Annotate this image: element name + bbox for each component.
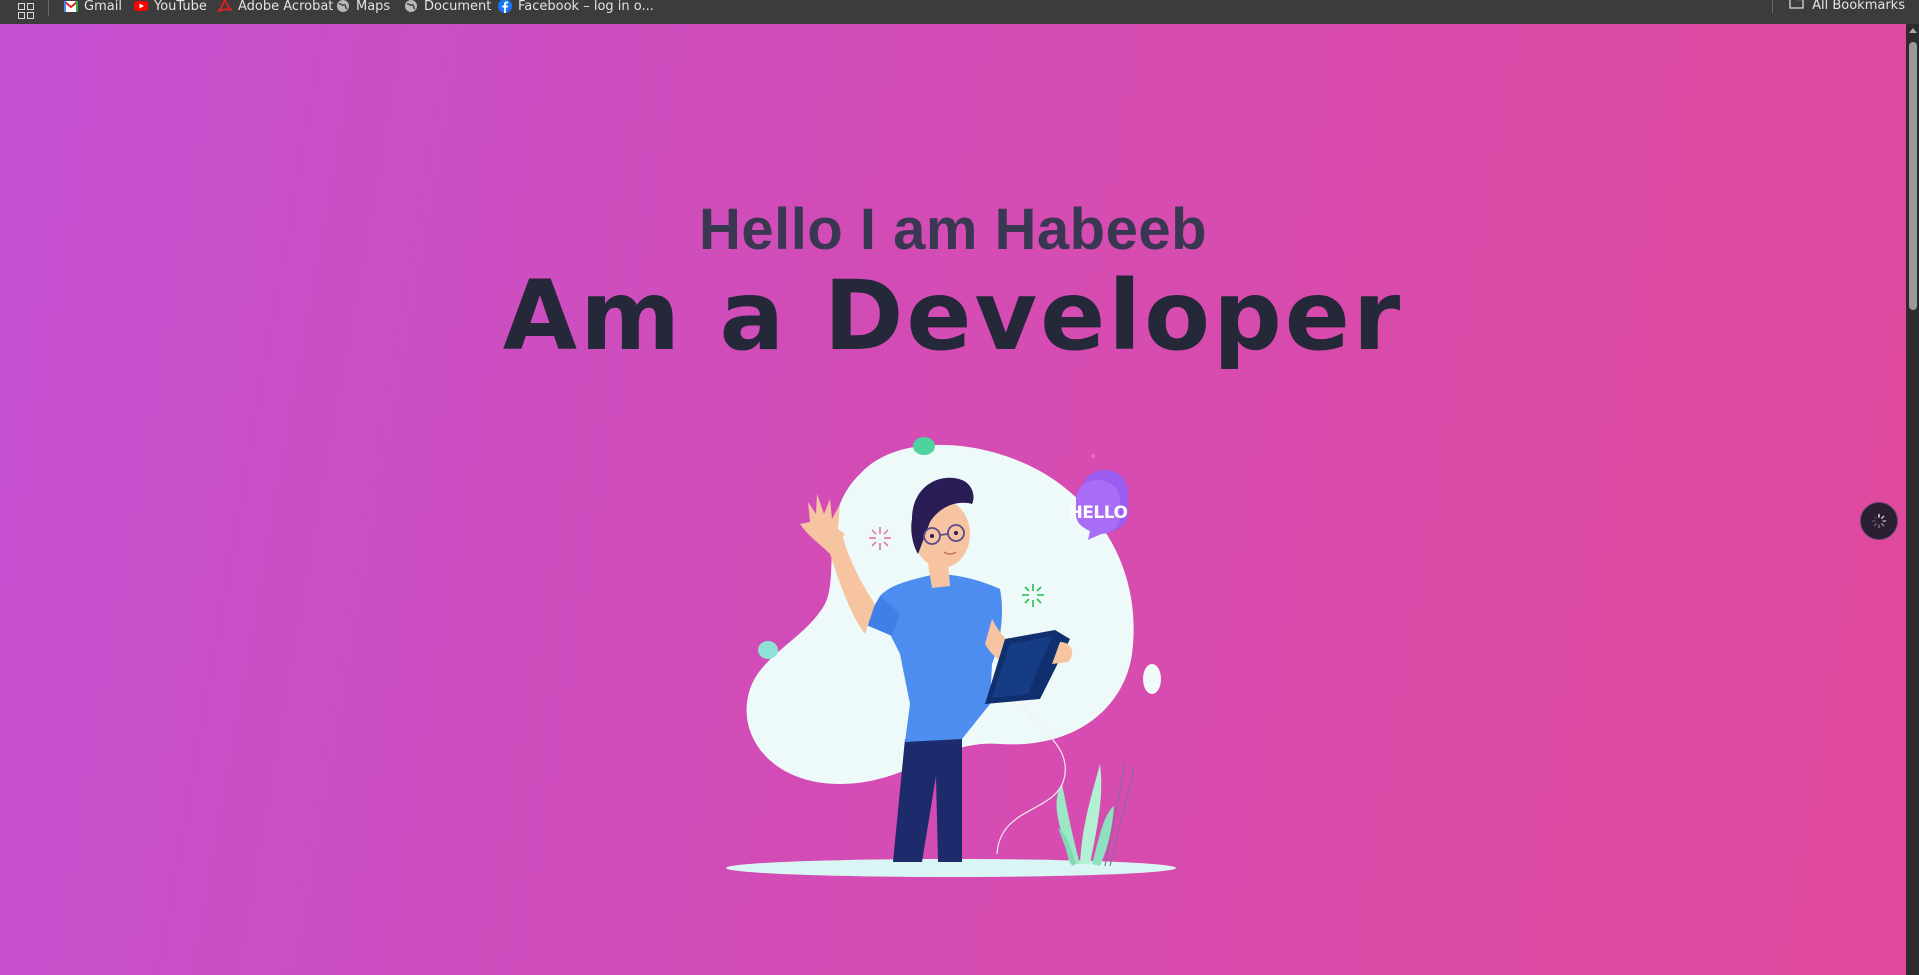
- bookmark-label: Document: [424, 0, 492, 14]
- bookmark-label: YouTube: [154, 0, 207, 14]
- greeting-heading: Hello I am Habeeb: [698, 197, 1208, 262]
- bookmark-label: Facebook – log in o...: [518, 0, 654, 14]
- folder-icon: [1789, 0, 1804, 13]
- bookmark-label: Gmail: [84, 0, 122, 14]
- bookmark-youtube[interactable]: YouTube: [134, 0, 207, 15]
- scroll-thumb[interactable]: [1909, 42, 1917, 310]
- globe-icon: [336, 0, 350, 13]
- all-bookmarks-label: All Bookmarks: [1812, 0, 1905, 13]
- bookmark-facebook[interactable]: Facebook – log in o...: [498, 0, 654, 15]
- hello-bubble-text: HELLO: [1069, 503, 1128, 523]
- developer-heading: Am a Developer: [502, 260, 1404, 372]
- acrobat-icon: [218, 0, 232, 13]
- bookmark-maps[interactable]: Maps: [336, 0, 390, 15]
- bookmarks-divider: [48, 0, 49, 16]
- all-bookmarks-button[interactable]: All Bookmarks: [1772, 0, 1905, 13]
- bookmarks-bar: Gmail YouTube Adobe Acrobat Maps Documen…: [0, 0, 1919, 24]
- youtube-icon: [134, 0, 148, 13]
- floating-loader-button[interactable]: [1860, 502, 1898, 540]
- bookmarks-divider: [1772, 0, 1774, 13]
- scroll-up-arrow-icon[interactable]: [1909, 28, 1917, 33]
- bookmark-label: Adobe Acrobat: [238, 0, 334, 14]
- hero-page: Hello I am Habeeb Am a Developer HELLO: [0, 24, 1906, 975]
- bookmark-document[interactable]: Document: [404, 0, 491, 15]
- bookmark-gmail[interactable]: Gmail: [64, 0, 122, 15]
- globe-icon: [404, 0, 418, 13]
- bookmark-adobe-acrobat[interactable]: Adobe Acrobat: [218, 0, 333, 15]
- bookmark-label: Maps: [356, 0, 391, 14]
- page-scrollbar[interactable]: [1906, 24, 1919, 975]
- gmail-icon: [64, 0, 78, 13]
- spinner-icon: [1871, 513, 1887, 529]
- facebook-icon: [498, 0, 512, 13]
- apps-grid-icon[interactable]: [18, 3, 34, 19]
- developer-illustration: HELLO: [726, 437, 1176, 877]
